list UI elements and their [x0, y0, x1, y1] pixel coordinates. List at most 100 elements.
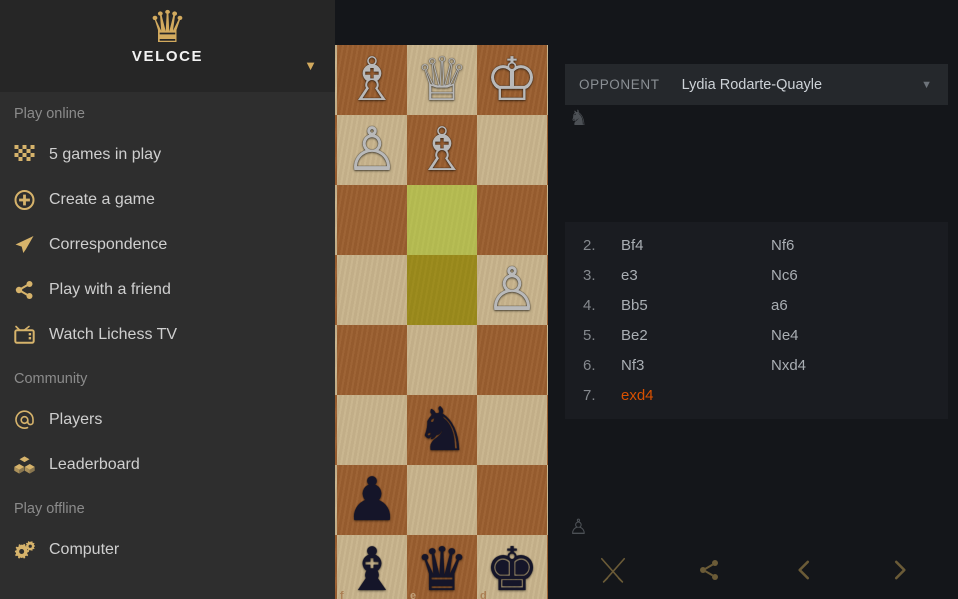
- chevron-down-icon[interactable]: ▼: [304, 58, 317, 73]
- opponent-label: OPPONENT: [579, 77, 660, 92]
- plus-circle-icon: [14, 190, 44, 210]
- move-number: 2.: [583, 236, 596, 254]
- board-square-c7[interactable]: ♟: [547, 465, 548, 535]
- board-square-c4[interactable]: [547, 255, 548, 325]
- checkerboard-icon: [14, 145, 44, 165]
- opponent-selector[interactable]: OPPONENT Lydia Rodarte-Quayle ▼: [565, 64, 948, 105]
- board-square-d8[interactable]: d ♚: [477, 535, 547, 599]
- black-move[interactable]: Nf6: [771, 237, 921, 254]
- game-side-panel: OPPONENT Lydia Rodarte-Quayle ▼ ♞ 1.d4d5…: [560, 0, 958, 599]
- captured-pieces-bottom: ♙: [569, 515, 588, 539]
- lichess-app-window: ♖♗♕♔♘1♖♙♙♙♗♙♙2♙3♙45♞6♟♟♟♟♟♟7h♜g♞f♝e♛d♚c♝…: [0, 0, 958, 599]
- board-square-f8[interactable]: f ♝: [337, 535, 407, 599]
- board-square-e8[interactable]: e ♛: [407, 535, 477, 599]
- black-move[interactable]: Nc6: [771, 267, 921, 284]
- move-row[interactable]: 6. Nf3 Nxd4: [565, 350, 948, 380]
- piece-wK[interactable]: ♔: [477, 45, 547, 115]
- sidebar-item-correspondence[interactable]: Correspondence: [0, 222, 335, 267]
- board-square-e5[interactable]: [407, 325, 477, 395]
- white-move[interactable]: e3: [621, 267, 771, 284]
- white-move[interactable]: Bb5: [621, 297, 771, 314]
- board-square-e4[interactable]: [407, 255, 477, 325]
- board-square-d6[interactable]: [477, 395, 547, 465]
- board-square-f5[interactable]: [337, 325, 407, 395]
- board-square-f3[interactable]: [337, 185, 407, 255]
- piece-bN[interactable]: ♞: [407, 395, 477, 465]
- piece-wP[interactable]: ♙: [547, 115, 548, 185]
- board-square-d5[interactable]: [477, 325, 547, 395]
- piece-wQ[interactable]: ♕: [407, 45, 477, 115]
- white-move[interactable]: d4: [621, 222, 771, 224]
- board-square-f4[interactable]: [337, 255, 407, 325]
- sidebar-item-create-a-game[interactable]: Create a game: [0, 177, 335, 222]
- black-move[interactable]: a6: [771, 297, 921, 314]
- sidebar-section-label: Community: [14, 371, 88, 387]
- share-nodes-icon: [14, 280, 44, 300]
- blocks-icon: [14, 455, 44, 475]
- piece-bB[interactable]: ♝: [337, 535, 407, 599]
- sidebar-item-players[interactable]: Players: [0, 397, 335, 442]
- analysis-swords-button[interactable]: [565, 541, 661, 599]
- board-square-c6[interactable]: [547, 395, 548, 465]
- sidebar-item-play-with-a-friend[interactable]: Play with a friend: [0, 267, 335, 312]
- piece-bP[interactable]: ♟: [547, 465, 548, 535]
- previous-move-button[interactable]: [757, 541, 853, 599]
- board-square-c1[interactable]: [547, 45, 548, 115]
- board-square-f7[interactable]: ♟: [337, 465, 407, 535]
- board-square-e6[interactable]: ♞: [407, 395, 477, 465]
- piece-wB[interactable]: ♗: [407, 115, 477, 185]
- sidebar-item-computer[interactable]: Computer: [0, 527, 335, 572]
- board-square-c2[interactable]: ♙: [547, 115, 548, 185]
- black-move[interactable]: d5: [771, 222, 921, 224]
- board-square-d7[interactable]: [477, 465, 547, 535]
- move-row[interactable]: 2. Bf4 Nf6: [565, 230, 948, 260]
- sidebar-item-5-games-in-play[interactable]: 5 games in play: [0, 132, 335, 177]
- move-number: 5.: [583, 326, 596, 344]
- sidebar-item-watch-lichess-tv[interactable]: Watch Lichess TV: [0, 312, 335, 357]
- black-move[interactable]: Nxd4: [771, 357, 921, 374]
- move-row[interactable]: 4. Bb5 a6: [565, 290, 948, 320]
- move-row[interactable]: 1.d4d5: [565, 222, 948, 230]
- white-move[interactable]: exd4: [621, 387, 771, 404]
- sidebar-item-label: Players: [49, 410, 103, 428]
- board-square-d1[interactable]: ♔: [477, 45, 547, 115]
- move-row[interactable]: 7. exd4: [565, 380, 948, 410]
- board-square-f2[interactable]: ♙: [337, 115, 407, 185]
- white-move[interactable]: Nf3: [621, 357, 771, 374]
- board-square-c5[interactable]: [547, 325, 548, 395]
- board-square-e3[interactable]: [407, 185, 477, 255]
- black-move[interactable]: Ne4: [771, 327, 921, 344]
- board-square-e7[interactable]: [407, 465, 477, 535]
- board-square-f6[interactable]: [337, 395, 407, 465]
- sidebar-item-leaderboard[interactable]: Leaderboard: [0, 442, 335, 487]
- board-square-d2[interactable]: [477, 115, 547, 185]
- board-square-d4[interactable]: ♙: [477, 255, 547, 325]
- chess-queen-icon: ♛: [147, 2, 188, 53]
- board-square-f1[interactable]: ♗: [337, 45, 407, 115]
- piece-bB[interactable]: ♝: [547, 535, 548, 599]
- chevron-down-icon: ▼: [921, 78, 932, 91]
- white-move[interactable]: Bf4: [621, 237, 771, 254]
- piece-bP[interactable]: ♟: [337, 465, 407, 535]
- white-move[interactable]: Be2: [621, 327, 771, 344]
- board-square-e1[interactable]: ♕: [407, 45, 477, 115]
- board-square-c8[interactable]: c♝: [547, 535, 548, 599]
- sidebar-section-label: Play online: [14, 106, 85, 122]
- next-move-button[interactable]: [852, 541, 948, 599]
- share-nodes-icon: [697, 558, 721, 582]
- crossed-swords-icon: [598, 555, 628, 585]
- move-row[interactable]: 5. Be2 Ne4: [565, 320, 948, 350]
- board-square-e2[interactable]: ♗: [407, 115, 477, 185]
- share-button[interactable]: [661, 541, 757, 599]
- move-list[interactable]: 1.d4d5 2. Bf4Nf6 3. e3Nc6 4. Bb5a6 5. Be2Ne4 6. Nf…: [565, 222, 948, 419]
- piece-wB[interactable]: ♗: [337, 45, 407, 115]
- piece-wP[interactable]: ♙: [337, 115, 407, 185]
- move-number: 3.: [583, 266, 596, 284]
- move-row[interactable]: 3. e3 Nc6: [565, 260, 948, 290]
- board-square-d3[interactable]: [477, 185, 547, 255]
- piece-wP[interactable]: ♙: [477, 255, 547, 325]
- sidebar-header[interactable]: ♛ VELOCE ▼: [0, 0, 335, 92]
- piece-bK[interactable]: ♚: [477, 535, 547, 599]
- board-square-c3[interactable]: [547, 185, 548, 255]
- piece-bQ[interactable]: ♛: [407, 535, 477, 599]
